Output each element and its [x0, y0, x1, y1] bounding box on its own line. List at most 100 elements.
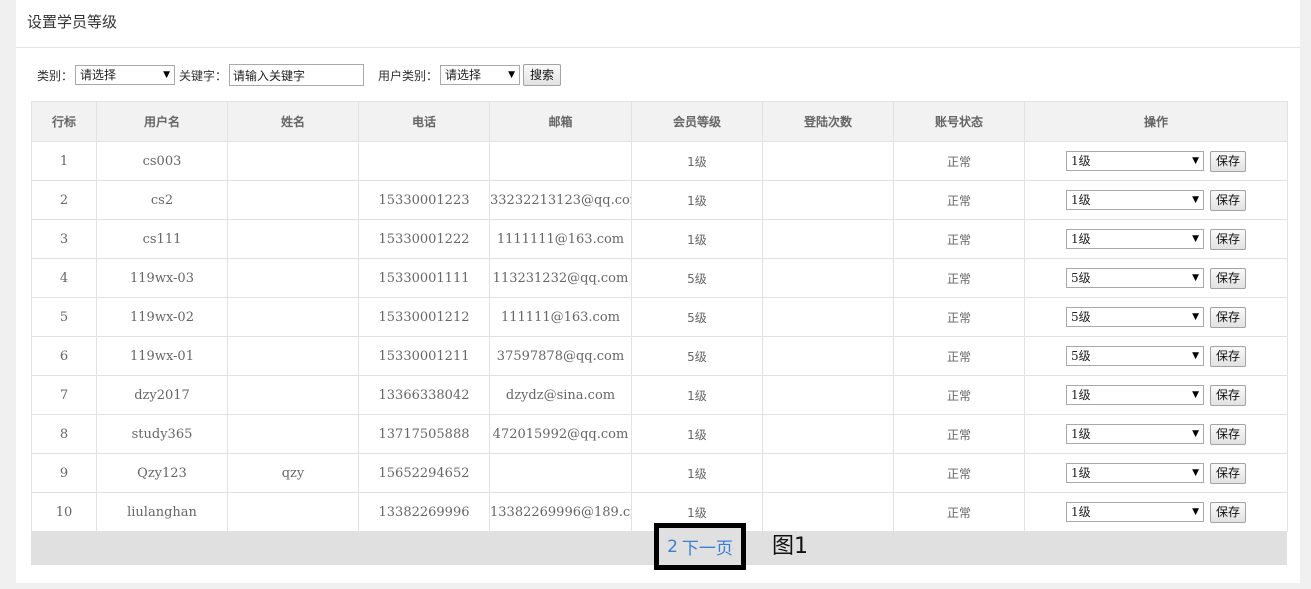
- row-actions: 1级 ▼ 保存: [1024, 219, 1288, 259]
- level-select-value: 5级: [1070, 349, 1091, 363]
- row-phone: 15330001223: [358, 180, 490, 220]
- row-level: 1级: [631, 141, 763, 181]
- row-status: 正常: [893, 141, 1025, 181]
- row-level: 1级: [631, 453, 763, 493]
- user-type-label: 用户类别：: [378, 68, 439, 83]
- row-logins: [762, 180, 894, 220]
- level-select-value: 5级: [1070, 310, 1091, 324]
- row-username: study365: [96, 414, 228, 454]
- row-actions: 1级 ▼ 保存: [1024, 180, 1288, 220]
- row-username: cs003: [96, 141, 228, 181]
- col-header-phone: 电话: [358, 101, 490, 142]
- table-row: 6 119wx-01 15330001211 37597878@qq.com 5级 正常 5…: [31, 336, 1288, 376]
- save-button[interactable]: 保存: [1209, 384, 1246, 406]
- level-select[interactable]: 1级 ▼: [1065, 502, 1204, 522]
- row-username: 119wx-02: [96, 297, 228, 337]
- main-panel: 设置学员等级 类别： 请选择 ▼ 关键字： 用户类别： 请选择 ▼ 搜索 行标 …: [16, 0, 1300, 583]
- page-link-2[interactable]: 2: [667, 537, 678, 557]
- row-email: 33232213123@qq.com: [489, 180, 632, 220]
- row-actions: 1级 ▼ 保存: [1024, 375, 1288, 415]
- row-index: 9: [31, 453, 97, 493]
- row-actions-group: 1级 ▼ 保存: [1026, 189, 1287, 211]
- row-name: [227, 180, 359, 220]
- save-button[interactable]: 保存: [1209, 306, 1246, 328]
- chevron-down-icon: ▼: [1192, 429, 1199, 439]
- pagination-bar: 2 下一页 图1: [31, 523, 1287, 570]
- row-status: 正常: [893, 336, 1025, 376]
- level-select[interactable]: 1级 ▼: [1065, 385, 1204, 405]
- save-button[interactable]: 保存: [1209, 189, 1246, 211]
- row-username: Qzy123: [96, 453, 228, 493]
- row-status: 正常: [893, 414, 1025, 454]
- chevron-down-icon: ▼: [1192, 195, 1199, 205]
- save-button[interactable]: 保存: [1209, 462, 1246, 484]
- table-row: 3 cs111 15330001222 1111111@163.com 1级 正常 1级 ▼ 保…: [31, 219, 1288, 259]
- level-select[interactable]: 1级 ▼: [1065, 424, 1204, 444]
- save-button[interactable]: 保存: [1209, 423, 1246, 445]
- figure-label: 图1: [772, 534, 808, 559]
- next-page-link[interactable]: 下一页: [682, 534, 733, 559]
- row-name: [227, 219, 359, 259]
- row-logins: [762, 492, 894, 532]
- table-row: 1 cs003 1级 正常 1级 ▼ 保存: [31, 141, 1288, 181]
- row-level: 1级: [631, 180, 763, 220]
- row-logins: [762, 258, 894, 298]
- row-level: 5级: [631, 258, 763, 298]
- row-status: 正常: [893, 297, 1025, 337]
- category-select[interactable]: 请选择 ▼: [75, 65, 176, 85]
- row-index: 10: [31, 492, 97, 532]
- row-index: 5: [31, 297, 97, 337]
- row-logins: [762, 375, 894, 415]
- row-index: 3: [31, 219, 97, 259]
- save-button[interactable]: 保存: [1209, 501, 1246, 523]
- level-select-value: 1级: [1070, 232, 1091, 246]
- level-select-value: 1级: [1070, 388, 1091, 402]
- table-row: 4 119wx-03 15330001111 113231232@qq.com 5级 正常…: [31, 258, 1288, 298]
- level-select[interactable]: 5级 ▼: [1065, 307, 1204, 327]
- save-button[interactable]: 保存: [1209, 228, 1246, 250]
- row-actions: 5级 ▼ 保存: [1024, 258, 1288, 298]
- row-email: 1111111@163.com: [489, 219, 632, 259]
- user-type-select[interactable]: 请选择 ▼: [440, 65, 521, 85]
- row-username: cs111: [96, 219, 228, 259]
- level-select[interactable]: 1级 ▼: [1065, 190, 1204, 210]
- save-button[interactable]: 保存: [1209, 267, 1246, 289]
- row-actions-group: 1级 ▼ 保存: [1026, 150, 1287, 172]
- chevron-down-icon: ▼: [1192, 351, 1199, 361]
- row-name: [227, 336, 359, 376]
- save-button[interactable]: 保存: [1209, 150, 1246, 172]
- table-row: 2 cs2 15330001223 33232213123@qq.com 1级 正常 1级 ▼…: [31, 180, 1288, 220]
- level-select[interactable]: 1级 ▼: [1065, 463, 1204, 483]
- row-name: [227, 258, 359, 298]
- chevron-down-icon: ▼: [163, 70, 171, 80]
- col-header-name: 姓名: [227, 101, 359, 142]
- row-logins: [762, 414, 894, 454]
- student-table: 行标 用户名 姓名 电话 邮箱 会员等级 登陆次数 账号状态 操作 1 cs003…: [31, 101, 1288, 532]
- keyword-input[interactable]: [229, 64, 365, 86]
- chevron-down-icon: ▼: [1192, 468, 1199, 478]
- row-phone: 13366338042: [358, 375, 490, 415]
- level-select-value: 1级: [1070, 154, 1091, 168]
- row-username: dzy2017: [96, 375, 228, 415]
- level-select-value: 1级: [1070, 193, 1091, 207]
- row-status: 正常: [893, 180, 1025, 220]
- level-select-value: 1级: [1070, 427, 1091, 441]
- row-index: 8: [31, 414, 97, 454]
- user-type-select-value: 请选择: [445, 68, 482, 82]
- level-select[interactable]: 5级 ▼: [1065, 268, 1204, 288]
- row-actions: 1级 ▼ 保存: [1024, 414, 1288, 454]
- level-select[interactable]: 1级 ▼: [1065, 151, 1204, 171]
- row-actions: 1级 ▼ 保存: [1024, 453, 1288, 493]
- row-index: 4: [31, 258, 97, 298]
- row-index: 7: [31, 375, 97, 415]
- row-logins: [762, 453, 894, 493]
- search-button[interactable]: 搜索: [523, 64, 562, 86]
- row-phone: 13717505888: [358, 414, 490, 454]
- pagination-highlight: 2 下一页: [654, 523, 746, 570]
- level-select[interactable]: 5级 ▼: [1065, 346, 1204, 366]
- row-status: 正常: [893, 219, 1025, 259]
- col-header-username: 用户名: [96, 101, 228, 142]
- row-logins: [762, 297, 894, 337]
- save-button[interactable]: 保存: [1209, 345, 1246, 367]
- level-select[interactable]: 1级 ▼: [1065, 229, 1204, 249]
